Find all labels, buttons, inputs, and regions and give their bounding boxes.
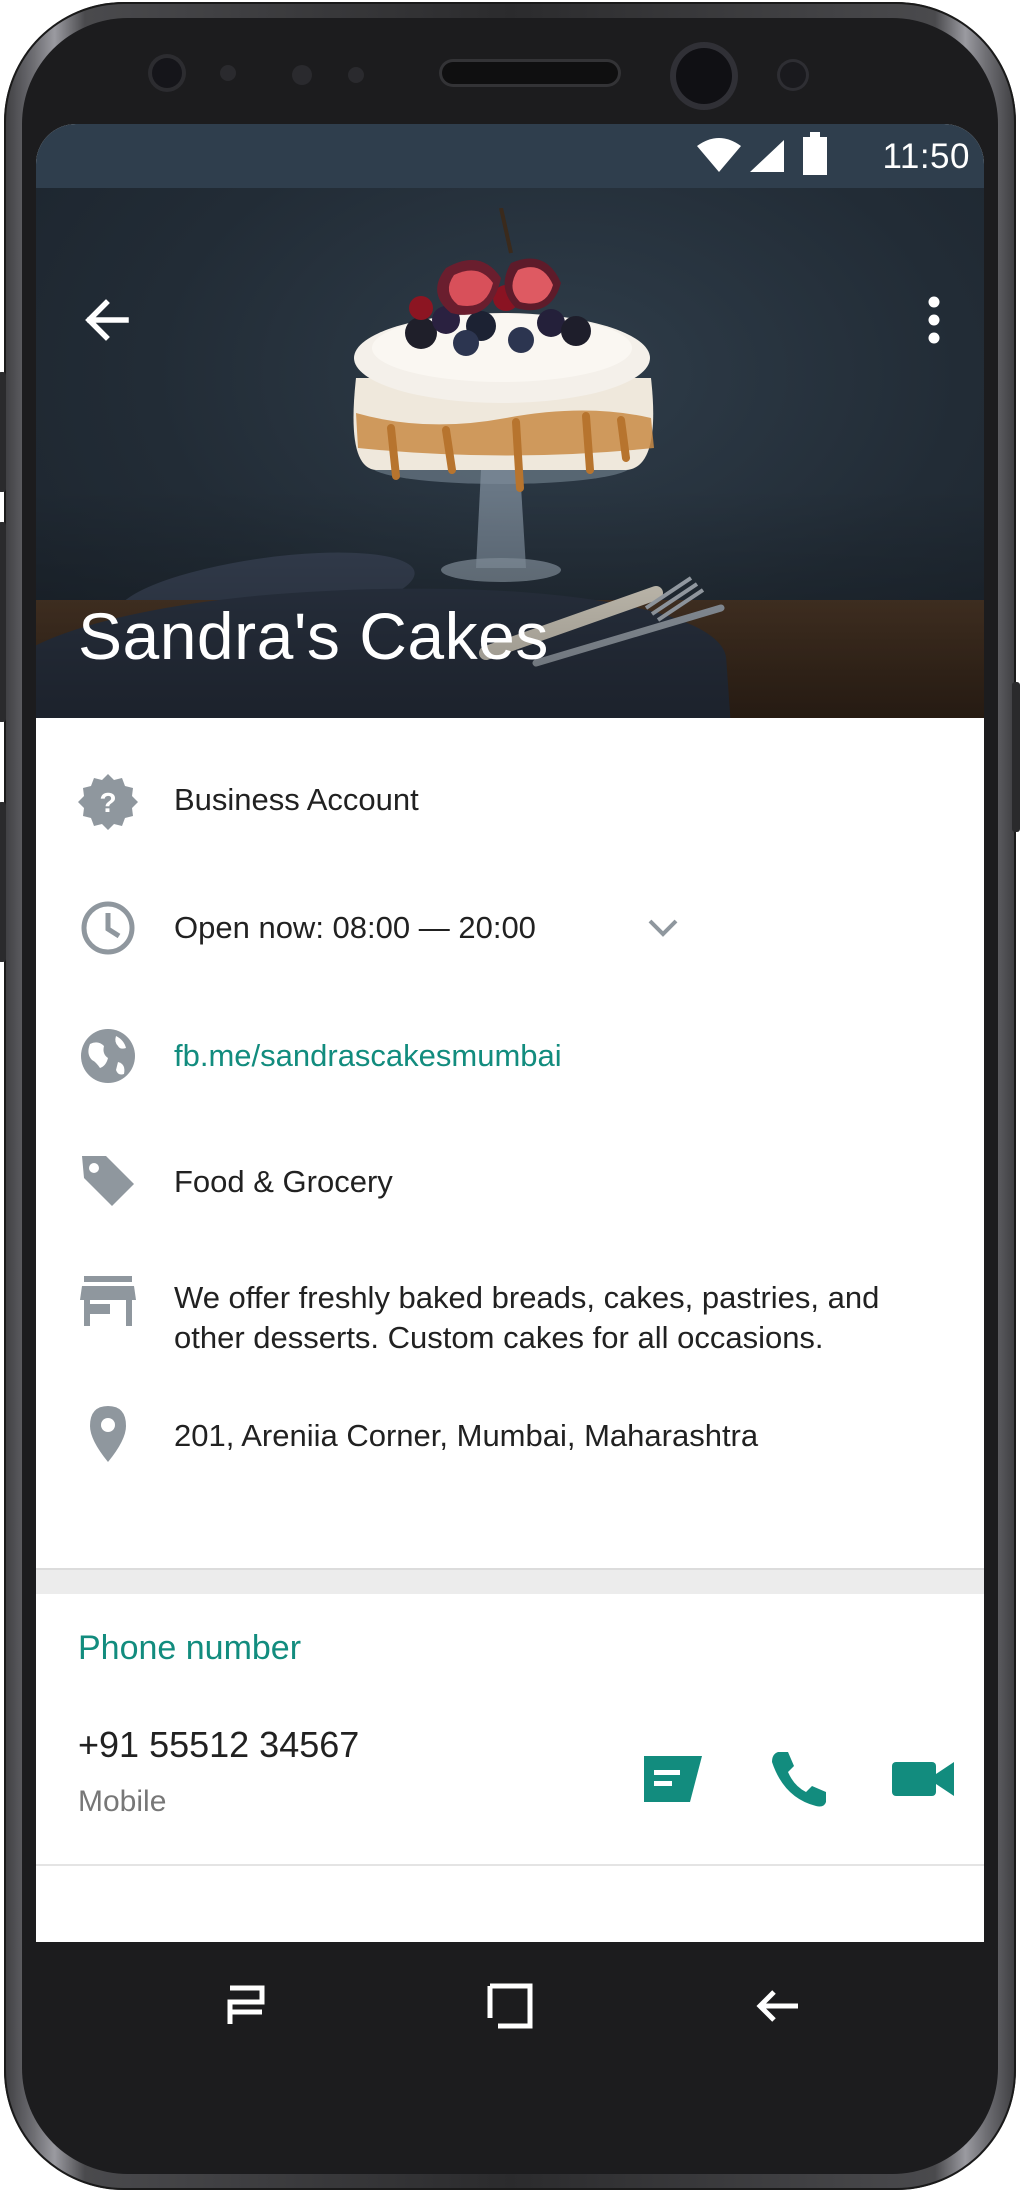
store-icon xyxy=(80,1276,136,1326)
volume-down-button xyxy=(0,522,6,722)
profile-header-image: Sandra's Cakes xyxy=(36,188,984,718)
globe-icon xyxy=(81,1029,135,1083)
business-hours[interactable]: Open now: 08:00 — 20:00 xyxy=(174,908,536,948)
sensor-icon xyxy=(220,65,236,81)
message-icon[interactable] xyxy=(638,1744,708,1814)
signal-icon xyxy=(750,140,784,172)
sensor-icon xyxy=(348,67,364,83)
video-call-icon[interactable] xyxy=(888,1744,958,1814)
screen: 11:50 Sandra's Cakes ? Business Account … xyxy=(36,124,984,1942)
sensor-icon xyxy=(292,65,312,85)
description-line: other desserts. Custom cakes for all occ… xyxy=(174,1320,824,1355)
tag-icon xyxy=(82,1156,134,1206)
phone-number[interactable]: +91 55512 34567 xyxy=(78,1724,359,1766)
clock-icon xyxy=(81,901,135,955)
front-camera-icon xyxy=(152,58,182,88)
business-description: We offer freshly baked breads, cakes, pa… xyxy=(174,1278,879,1358)
back-icon[interactable] xyxy=(746,1974,810,2038)
recent-apps-icon[interactable] xyxy=(214,1974,278,2038)
sensor-icon xyxy=(780,62,806,88)
earpiece-speaker xyxy=(442,62,618,84)
business-name: Sandra's Cakes xyxy=(78,599,549,673)
business-address[interactable]: 201, Areniia Corner, Mumbai, Maharashtra xyxy=(174,1416,758,1456)
status-bar: 11:50 xyxy=(36,124,984,188)
section-divider xyxy=(36,1864,984,1866)
phone-section-title: Phone number xyxy=(78,1629,302,1667)
location-pin-icon xyxy=(90,1406,126,1462)
chevron-down-icon[interactable] xyxy=(646,914,680,942)
power-button xyxy=(1012,682,1020,832)
wifi-icon xyxy=(697,138,741,172)
more-vertical-icon[interactable] xyxy=(912,288,956,352)
business-category: Food & Grocery xyxy=(174,1164,393,1199)
verified-badge-icon: ? xyxy=(78,774,138,830)
navigation-bar xyxy=(36,1942,984,2068)
home-icon[interactable] xyxy=(478,1974,542,2038)
arrow-left-icon[interactable] xyxy=(76,288,140,352)
section-divider xyxy=(36,1568,984,1594)
volume-up-button xyxy=(0,372,6,492)
iris-scanner-icon xyxy=(676,48,732,104)
business-info-list: ? Business Account Open now: 08:00 — 20:… xyxy=(36,718,984,1568)
assistant-button xyxy=(0,802,6,962)
call-icon[interactable] xyxy=(764,1744,834,1814)
status-time: 11:50 xyxy=(882,137,970,176)
description-line: We offer freshly baked breads, cakes, pa… xyxy=(174,1280,880,1315)
battery-icon xyxy=(803,132,827,175)
svg-text:?: ? xyxy=(99,787,116,818)
website-link[interactable]: fb.me/sandrascakesmumbai xyxy=(174,1036,562,1076)
account-type: Business Account xyxy=(174,782,419,817)
phone-type: Mobile xyxy=(78,1785,167,1818)
